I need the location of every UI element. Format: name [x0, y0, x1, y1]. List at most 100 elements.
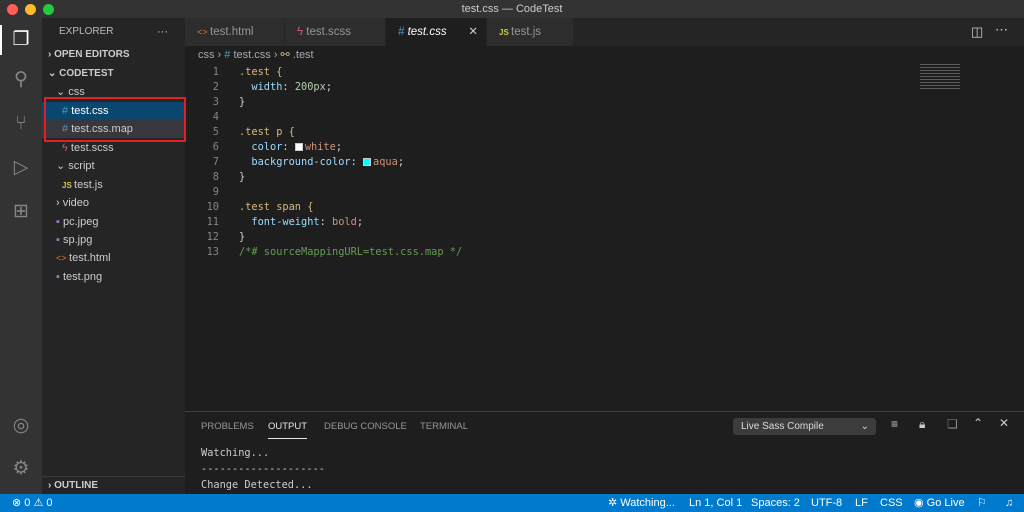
problems-status[interactable]: ⊗ 0 ⚠ 0 [12, 494, 53, 512]
css-file-icon: # [224, 49, 231, 61]
close-panel-icon[interactable]: ✕ [999, 416, 1009, 430]
highlight-box [44, 97, 186, 142]
feedback-icon[interactable]: ⚐ [977, 494, 987, 512]
cursor-position[interactable]: Ln 1, Col 1 [689, 494, 742, 512]
tree-file-pc-jpeg[interactable]: ▪ pc.jpeg [42, 213, 185, 231]
close-window-button[interactable] [7, 4, 18, 15]
output-channel-select[interactable]: Live Sass Compile ⌄ [733, 418, 876, 435]
tree-label: test.png [62, 271, 103, 283]
outline-section[interactable]: › OUTLINE [42, 476, 185, 494]
maximize-panel-icon[interactable]: ⌃ [973, 416, 983, 430]
encoding[interactable]: UTF-8 [811, 494, 842, 512]
status-bar: ⊗ 0 ⚠ 0 ✲ Watching... Ln 1, Col 1 Spaces… [0, 494, 1024, 512]
watch-icon: ✲ [608, 497, 621, 509]
warning-count: 0 [46, 497, 53, 509]
source-control-icon[interactable]: ⑂ [9, 112, 33, 136]
status-text: Go Live [926, 497, 965, 509]
line-number: 8 [212, 171, 219, 183]
chevron-right-icon: › [56, 197, 63, 209]
color-swatch-white[interactable] [294, 143, 303, 151]
code-line: 12} [185, 230, 246, 245]
zoom-window-button[interactable] [43, 4, 54, 15]
tab-test-css[interactable]: # test.css ✕ [386, 18, 486, 46]
warning-icon: ⚠ [33, 497, 47, 509]
code-text: font-weight [251, 216, 320, 228]
lock-icon[interactable]: 🔒︎ [919, 417, 925, 432]
line-number: 13 [206, 246, 219, 258]
tab-test-scss[interactable]: ϟ test.scss [285, 18, 385, 46]
sass-file-icon: ϟ [62, 142, 71, 154]
tab-test-js[interactable]: JS test.js [487, 18, 573, 46]
editor-tabs: <> test.html ϟ test.scss # test.css ✕ JS … [185, 18, 1024, 46]
tree-file-test-png[interactable]: ▪ test.png [42, 268, 185, 286]
tab-terminal[interactable]: TERMINAL [420, 421, 468, 439]
code-line: 10 .test span { [185, 200, 314, 215]
sass-watching-status[interactable]: ✲ Watching... [608, 494, 675, 512]
code-text: bold [332, 216, 357, 228]
color-swatch-aqua[interactable] [363, 158, 372, 166]
code-line: 8} [185, 170, 245, 185]
breadcrumb-symbol[interactable]: .test [293, 49, 314, 61]
output-line: -------------------- [201, 463, 325, 475]
tree-folder-script[interactable]: ⌄ script [42, 157, 185, 175]
clear-output-icon[interactable]: ≡ [891, 417, 898, 431]
code-line: 11 font-weight: bold; [185, 215, 363, 230]
section-label: CODETEST [59, 68, 114, 79]
code-text: background-color [251, 156, 351, 168]
breadcrumb-folder[interactable]: css [198, 49, 215, 61]
end-of-line[interactable]: LF [855, 494, 868, 512]
code-line: 6 color: white; [185, 140, 342, 155]
open-editors-section[interactable]: › OPEN EDITORS [42, 46, 185, 64]
sass-file-icon: ϟ [297, 26, 307, 38]
bell-icon[interactable]: ♫ [1005, 494, 1013, 512]
explorer-icon[interactable]: ❐ [9, 28, 33, 52]
line-number: 3 [212, 96, 219, 108]
project-section[interactable]: ⌄ CODETEST [42, 65, 185, 83]
code-text: aqua [373, 156, 398, 168]
close-tab-icon[interactable]: ✕ [468, 18, 478, 46]
tab-debug-console[interactable]: DEBUG CONSOLE [324, 421, 407, 439]
code-line: 4 [185, 110, 239, 125]
account-icon[interactable]: ◎ [9, 414, 33, 438]
chevron-down-icon: ⌄ [860, 421, 869, 432]
code-line: 13 /*# sourceMappingURL=test.css.map */ [185, 245, 463, 260]
tab-output[interactable]: OUTPUT [268, 421, 308, 439]
line-number: 12 [206, 231, 219, 243]
tree-file-test-html[interactable]: <> test.html [42, 249, 185, 267]
minimize-window-button[interactable] [25, 4, 36, 15]
symbol-icon: ⚯ [280, 49, 290, 61]
breadcrumb: css › # test.css › ⚯ .test [198, 49, 314, 61]
open-log-icon[interactable]: ❏ [947, 417, 958, 431]
breadcrumb-file[interactable]: test.css [233, 49, 270, 61]
output-line: Watching... [201, 447, 270, 459]
more-actions-icon[interactable]: ⋯ [995, 22, 1008, 38]
code-line: 5 .test p { [185, 125, 295, 140]
search-icon[interactable]: ⚲ [9, 68, 33, 92]
css-file-icon: # [398, 26, 408, 38]
tree-label: sp.jpg [62, 234, 93, 246]
tab-problems[interactable]: PROBLEMS [201, 421, 254, 439]
language-mode[interactable]: CSS [880, 494, 903, 512]
image-file-icon: ▪ [56, 234, 63, 246]
line-number: 10 [206, 201, 219, 213]
tree-file-sp-jpg[interactable]: ▪ sp.jpg [42, 231, 185, 249]
gear-icon[interactable]: ⚙ [9, 457, 33, 481]
more-actions-icon[interactable]: ··· [157, 23, 177, 41]
tab-test-html[interactable]: <> test.html [185, 18, 284, 46]
chevron-down-icon: ⌄ [56, 160, 69, 172]
run-debug-icon[interactable]: ▷ [9, 156, 33, 180]
code-text: width [251, 81, 283, 93]
code-text: .test span { [239, 201, 314, 213]
go-live-button[interactable]: ◉ Go Live [914, 494, 965, 512]
tree-label: script [68, 160, 95, 172]
chevron-down-icon: ⌄ [48, 68, 60, 79]
tree-file-test-js[interactable]: JS test.js [42, 176, 185, 194]
js-file-icon: JS [499, 28, 512, 37]
explorer-sidebar: EXPLORER ··· › OPEN EDITORS ⌄ CODETEST ⌄… [42, 18, 185, 494]
image-file-icon: ▪ [56, 216, 63, 228]
tree-folder-video[interactable]: › video [42, 194, 185, 212]
extensions-icon[interactable]: ⊞ [9, 200, 33, 224]
indentation[interactable]: Spaces: 2 [751, 494, 800, 512]
split-editor-icon[interactable]: ◫ [971, 24, 983, 40]
minimap[interactable] [920, 64, 960, 90]
